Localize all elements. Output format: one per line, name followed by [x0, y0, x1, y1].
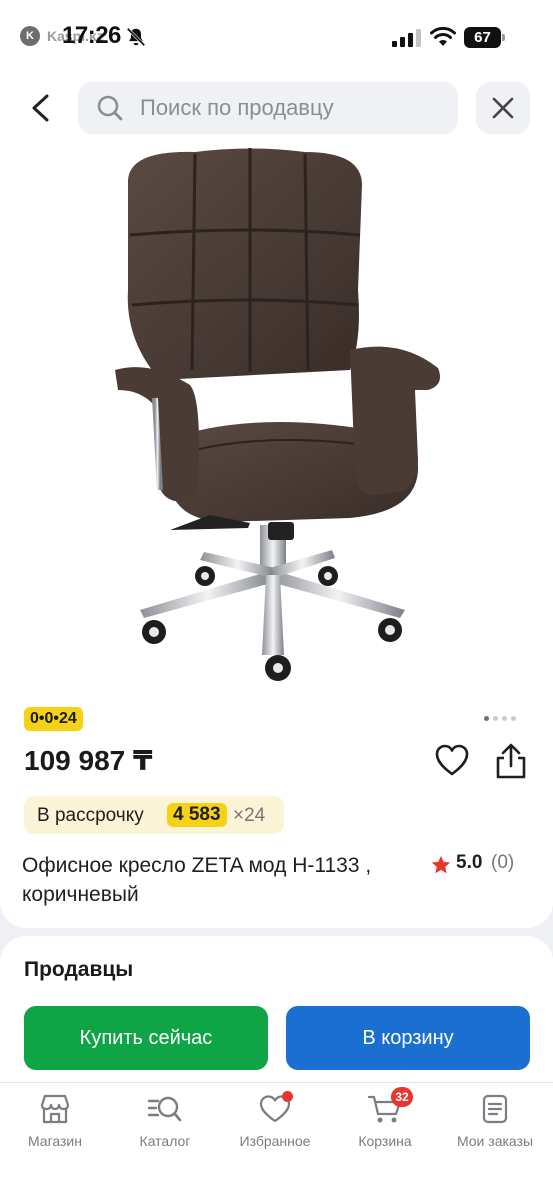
product-photo[interactable]: [100, 140, 450, 695]
product-title: Офисное кресло ZETA мод Н-1133 , коричне…: [22, 854, 372, 906]
status-bar: K Kaspi.kz 17:26 67: [0, 0, 553, 70]
share-button[interactable]: [494, 742, 528, 780]
app-notification-icon: K: [20, 26, 40, 46]
store-icon: [40, 1094, 70, 1124]
screen: K Kaspi.kz 17:26 67 Поиск по продавцу 0•…: [0, 0, 553, 1200]
orders-icon: [482, 1094, 508, 1124]
search-field[interactable]: [78, 82, 458, 134]
back-button[interactable]: [22, 88, 62, 128]
status-time: 17:26: [62, 22, 121, 49]
nav-label-orders: Мои заказы: [456, 1133, 534, 1149]
nav-label-store: Магазин: [27, 1133, 82, 1149]
nav-item-orders[interactable]: Мои заказы: [440, 1093, 550, 1163]
star-icon: [431, 855, 451, 874]
cell-signal-icon: [392, 29, 421, 47]
battery-indicator: 67: [464, 27, 505, 48]
gallery-dot: [502, 716, 507, 721]
nav-label-catalog: Каталог: [139, 1133, 191, 1149]
catalog-search-icon: [147, 1096, 182, 1122]
nav-item-catalog[interactable]: Каталог: [110, 1093, 220, 1163]
installment-label: В рассрочку: [37, 805, 144, 826]
gallery-dot: [511, 716, 516, 721]
nav-label-cart: Корзина: [358, 1133, 412, 1149]
nav-item-favorites[interactable]: Избранное: [220, 1091, 330, 1163]
close-icon: [492, 97, 514, 119]
chevron-left-icon: [32, 94, 49, 122]
wifi-icon: [430, 26, 456, 46]
sellers-section: Продавцы Купить сейчас В корзину: [0, 936, 553, 1086]
search-icon: [97, 95, 123, 121]
rating-count: (0): [491, 852, 515, 873]
add-to-cart-button[interactable]: В корзину: [286, 1006, 530, 1070]
buy-now-button[interactable]: Купить сейчас: [24, 1006, 268, 1070]
promo-badge: 0•0•24: [24, 707, 83, 731]
favorites-notification-dot: [282, 1091, 293, 1102]
heart-icon: [435, 744, 469, 776]
sellers-heading: Продавцы: [24, 958, 134, 981]
price: 109 987 ₸: [24, 745, 153, 776]
installment-amount: 4 583: [167, 803, 227, 827]
close-button[interactable]: [476, 82, 530, 134]
installment-offer[interactable]: В рассрочку 4 583 ×24: [24, 796, 284, 834]
bell-muted-icon: [126, 27, 146, 47]
gallery-dot: [484, 716, 489, 721]
nav-item-cart[interactable]: 32 Корзина: [330, 1087, 440, 1163]
share-icon: [496, 743, 526, 779]
nav-label-favorites: Избранное: [239, 1133, 311, 1149]
search-input[interactable]: [140, 82, 440, 134]
cart-count-badge: 32: [391, 1087, 413, 1107]
gallery-dot: [493, 716, 498, 721]
product-card: K Kaspi.kz 17:26 67 Поиск по продавцу 0•…: [0, 0, 553, 928]
rating-value: 5.0: [456, 852, 483, 873]
bottom-nav: Магазин Каталог Избранное 32 Корзина Мои…: [0, 1082, 553, 1200]
installment-term: ×24: [233, 805, 266, 826]
gallery-dots: [484, 708, 528, 721]
nav-item-store[interactable]: Магазин: [0, 1093, 110, 1163]
favorite-button[interactable]: [433, 742, 471, 778]
